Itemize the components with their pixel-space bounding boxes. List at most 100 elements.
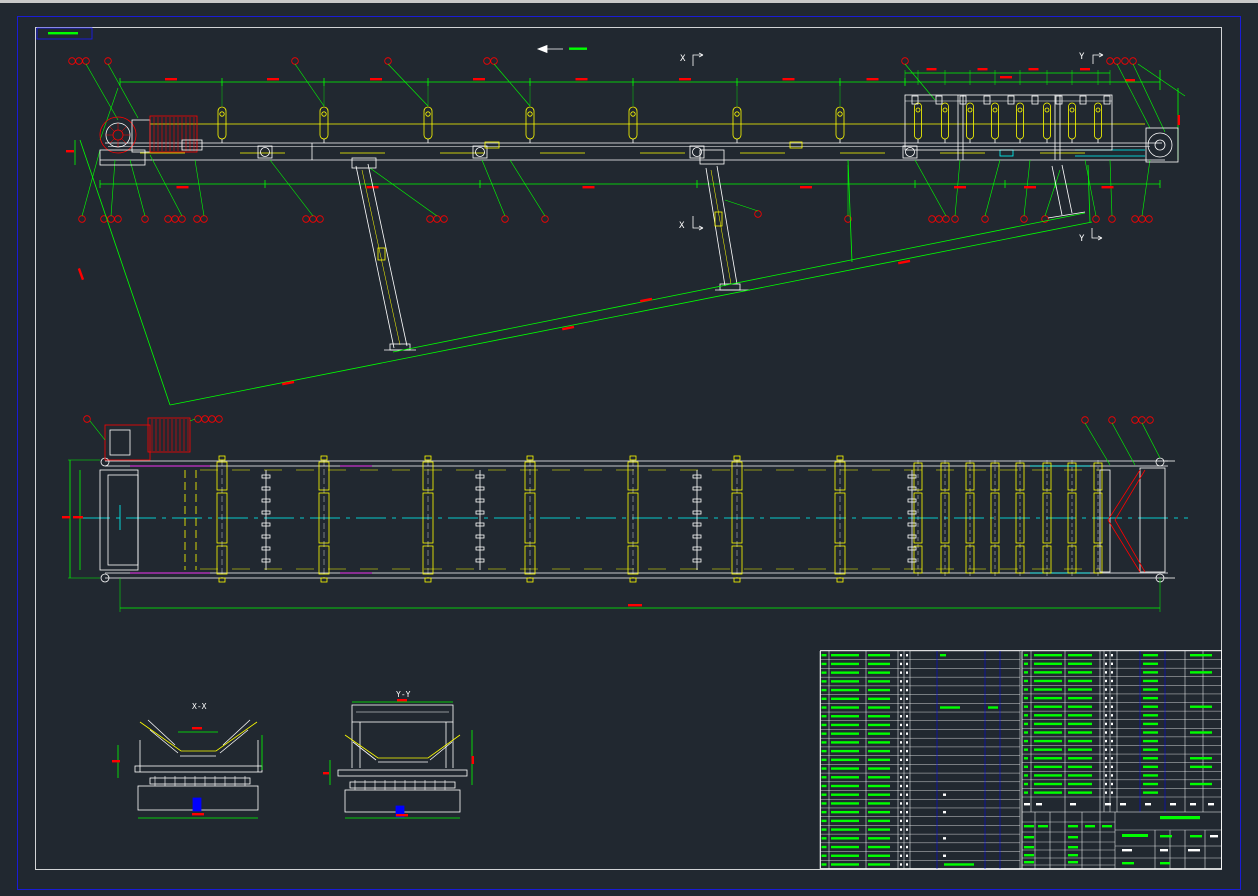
parts-list-mass bbox=[943, 793, 946, 796]
dimension-text bbox=[192, 813, 204, 816]
parts-list-code bbox=[1034, 662, 1062, 665]
parts-list-qty bbox=[900, 784, 902, 788]
dimension-line-slope-left bbox=[79, 139, 171, 406]
leader-line bbox=[269, 159, 314, 217]
parts-list-index bbox=[821, 732, 827, 735]
cad-viewport[interactable]: X X Y Y X-X Y-Y bbox=[0, 0, 1258, 896]
parts-list-code bbox=[1034, 671, 1062, 674]
parts-list-qty bbox=[906, 776, 908, 779]
dimension-text bbox=[1024, 186, 1036, 189]
title-block-field bbox=[1038, 825, 1048, 828]
tail-pulley-shaft bbox=[1154, 139, 1166, 151]
section-mark-x-bottom: X bbox=[679, 221, 685, 231]
idler-bracket-plan bbox=[836, 577, 844, 583]
dimension-text bbox=[640, 297, 653, 303]
parts-list-qty bbox=[906, 828, 908, 831]
parts-list-index bbox=[1024, 757, 1028, 760]
title-block-field bbox=[1102, 825, 1112, 828]
leader-line bbox=[85, 63, 119, 121]
title-block-field bbox=[1160, 849, 1168, 852]
dimension-line-vertical bbox=[847, 159, 853, 263]
parts-list-qty bbox=[1111, 757, 1113, 760]
balloon-callout bbox=[164, 215, 172, 223]
idler-bracket-plan bbox=[629, 577, 637, 583]
leader-line bbox=[129, 159, 146, 217]
parts-list-name bbox=[1068, 654, 1092, 657]
balloon-callout bbox=[82, 57, 90, 65]
parts-list-index bbox=[821, 819, 827, 823]
section-y-title: Y-Y bbox=[396, 690, 411, 699]
balloon-callout bbox=[490, 57, 498, 65]
balloon-callout bbox=[194, 415, 202, 423]
parts-list-code bbox=[831, 802, 859, 805]
parts-list-qty bbox=[900, 863, 902, 866]
parts-list-header bbox=[1170, 803, 1176, 806]
parts-list-index bbox=[1024, 782, 1028, 786]
parts-list-qty bbox=[1111, 791, 1113, 794]
skirt-clamp bbox=[1031, 95, 1039, 105]
title-block-field bbox=[1210, 835, 1218, 838]
parts-list-code bbox=[831, 688, 859, 692]
parts-list-index bbox=[1024, 731, 1028, 734]
balloon-callout bbox=[1145, 215, 1153, 223]
section-mark-y-bottom: Y bbox=[1079, 234, 1085, 244]
parts-list-material bbox=[1143, 722, 1158, 726]
parts-list-index bbox=[821, 662, 827, 666]
parts-list-code bbox=[831, 732, 859, 735]
parts-list-qty bbox=[900, 854, 902, 857]
parts-list-qty bbox=[1111, 688, 1113, 691]
parts-list-qty bbox=[900, 793, 902, 796]
parts-list-name bbox=[868, 706, 890, 709]
dimension-text bbox=[62, 516, 70, 519]
parts-list-qty bbox=[906, 680, 908, 683]
parts-list-index bbox=[1024, 671, 1028, 674]
parts-list-index bbox=[821, 854, 827, 857]
section-mark-y-top: Y bbox=[1079, 52, 1085, 62]
parts-list-code bbox=[831, 863, 859, 866]
balloon-callout bbox=[78, 215, 86, 223]
parts-list-index bbox=[1024, 791, 1028, 794]
parts-list-index bbox=[821, 828, 827, 831]
parts-list-name bbox=[868, 723, 890, 727]
parts-list-qty bbox=[906, 802, 908, 805]
balloon-callout bbox=[83, 415, 91, 423]
parts-list-header bbox=[1145, 803, 1151, 806]
skirt-clamp bbox=[983, 95, 991, 105]
parts-list-qty bbox=[900, 758, 902, 762]
parts-list-index bbox=[821, 688, 827, 692]
parts-list-index bbox=[1024, 662, 1028, 665]
title-block-field bbox=[1024, 836, 1034, 839]
parts-list-qty bbox=[906, 749, 908, 753]
balloon-callout bbox=[1113, 57, 1121, 65]
inner-frame bbox=[35, 27, 1222, 870]
section-y-y-view: Y-Y bbox=[323, 690, 474, 819]
parts-list-index bbox=[821, 654, 827, 657]
skirt-clamp bbox=[1079, 95, 1087, 105]
balloon-callout bbox=[1131, 215, 1139, 223]
balloon-callout bbox=[1138, 215, 1146, 223]
balloon-callout bbox=[1106, 57, 1114, 65]
drawing-canvas[interactable]: X X Y Y X-X Y-Y bbox=[0, 0, 1258, 896]
parts-list-qty bbox=[906, 767, 908, 770]
dimension-text bbox=[73, 516, 83, 519]
gear-reducer bbox=[131, 119, 151, 153]
support-clamp-bolt bbox=[260, 147, 270, 157]
bearing bbox=[1155, 457, 1165, 467]
parts-list-name bbox=[1068, 662, 1092, 665]
dimension-text bbox=[782, 78, 795, 81]
leader-line bbox=[509, 159, 546, 217]
idler-roller-end bbox=[992, 107, 998, 113]
parts-list-code bbox=[831, 723, 859, 727]
idler-roller-end bbox=[915, 107, 921, 113]
parts-list-name bbox=[868, 776, 890, 779]
parts-list-qty bbox=[906, 863, 908, 866]
parts-list-qty bbox=[906, 758, 908, 762]
support-leg-1-brace bbox=[361, 169, 401, 346]
parts-list-qty bbox=[906, 723, 908, 727]
parts-list-name bbox=[868, 802, 890, 805]
idler-roller-end bbox=[734, 111, 740, 117]
balloon-callout bbox=[104, 57, 112, 65]
leader-line bbox=[481, 159, 506, 217]
parts-list-name bbox=[868, 837, 890, 840]
parts-list-header bbox=[1190, 803, 1196, 806]
